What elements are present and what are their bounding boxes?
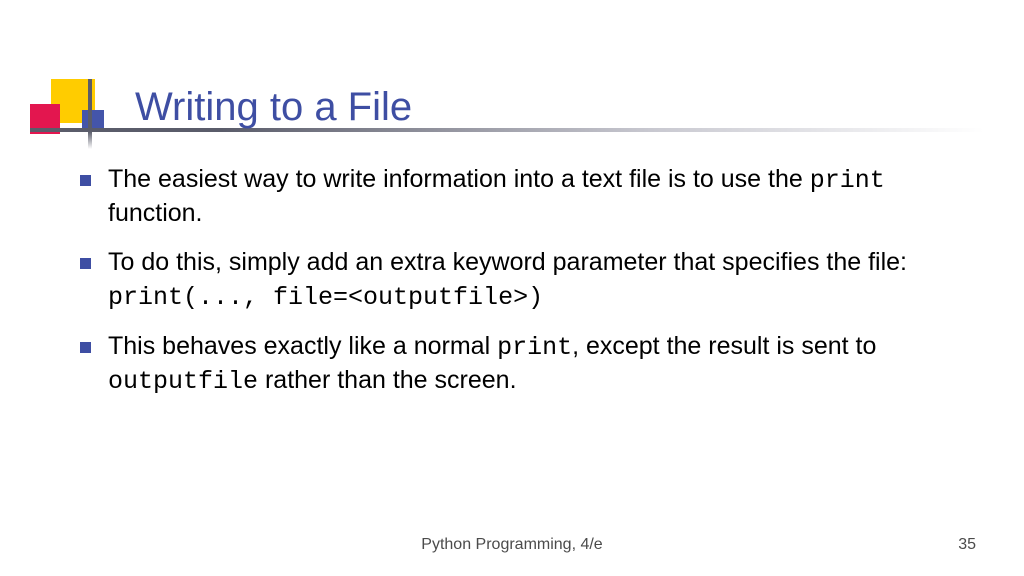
body-text: To do this, simply add an extra keyword … bbox=[108, 248, 907, 276]
code-line: print(..., file=<outputfile>) bbox=[108, 281, 974, 314]
list-item: The easiest way to write information int… bbox=[78, 163, 974, 230]
vertical-rule bbox=[88, 79, 92, 149]
body-text: rather than the screen. bbox=[258, 366, 516, 394]
slide: Writing to a File The easiest way to wri… bbox=[0, 0, 1024, 576]
body-text: The easiest way to write information int… bbox=[108, 165, 810, 193]
inline-code: print bbox=[810, 166, 885, 195]
slide-body: The easiest way to write information int… bbox=[78, 163, 974, 414]
body-text: This behaves exactly like a normal bbox=[108, 332, 497, 360]
body-text: function. bbox=[108, 199, 203, 227]
bullet-list: The easiest way to write information int… bbox=[78, 163, 974, 398]
inline-code: print bbox=[497, 333, 572, 362]
inline-code: outputfile bbox=[108, 367, 258, 396]
list-item: To do this, simply add an extra keyword … bbox=[78, 246, 974, 314]
footer-book-title: Python Programming, 4/e bbox=[0, 536, 1024, 554]
list-item: This behaves exactly like a normal print… bbox=[78, 330, 974, 398]
slide-title: Writing to a File bbox=[135, 85, 412, 130]
footer-page-number: 35 bbox=[958, 536, 976, 554]
body-text: , except the result is sent to bbox=[572, 332, 876, 360]
